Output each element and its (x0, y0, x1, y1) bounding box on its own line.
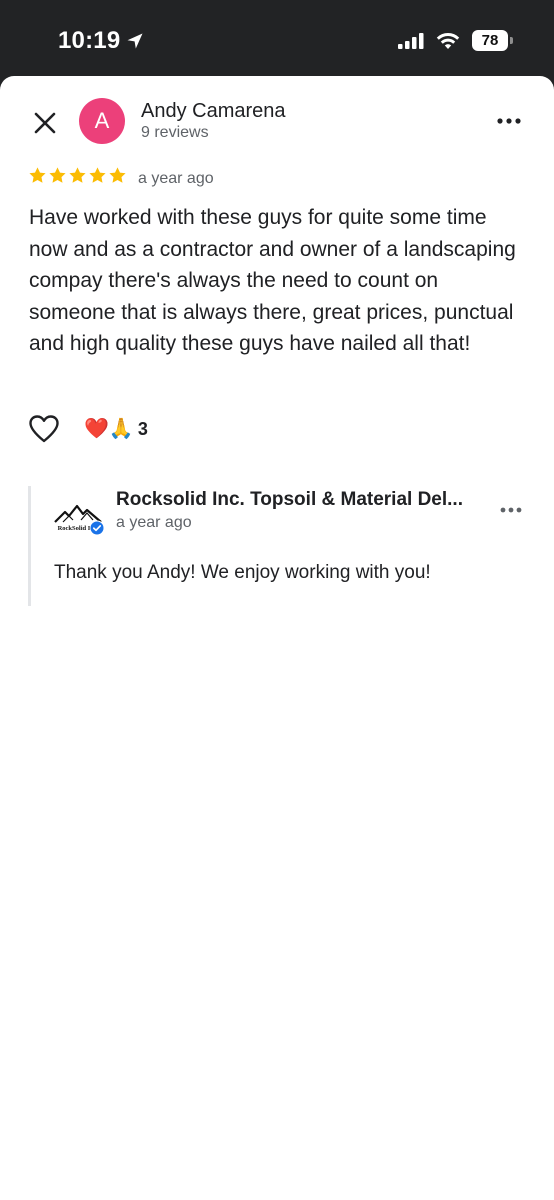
star-icon (109, 167, 126, 183)
owner-reply-time: a year ago (116, 514, 192, 531)
close-button[interactable] (28, 106, 62, 140)
reactions-summary[interactable]: ❤️🙏 3 (84, 417, 148, 441)
like-button[interactable] (28, 414, 62, 446)
wifi-icon (436, 32, 460, 49)
cellular-signal-icon (398, 32, 424, 49)
more-horiz-icon (497, 118, 521, 124)
owner-reply: RockSolid Inc. Rocksolid Inc. Topsoil & … (28, 486, 529, 606)
star-icon (29, 167, 46, 183)
reaction-count: 3 (137, 418, 148, 439)
verified-badge-icon (89, 520, 105, 536)
avatar-letter: A (94, 108, 110, 133)
status-bar: 10:19 78 (0, 0, 554, 80)
battery-level: 78 (481, 32, 499, 49)
review-more-button[interactable] (494, 108, 524, 134)
owner-reply-text: Thank you Andy! We enjoy working with yo… (54, 562, 431, 583)
location-arrow-icon (127, 33, 143, 49)
status-time-text: 10:19 (58, 27, 121, 54)
star-icon (49, 167, 66, 183)
battery-indicator: 78 (472, 30, 513, 51)
status-indicators: 78 (398, 30, 513, 51)
reaction-emojis: ❤️🙏 (84, 418, 134, 440)
reviewer-avatar[interactable]: A (79, 98, 125, 144)
owner-name[interactable]: Rocksolid Inc. Topsoil & Material Del... (116, 489, 486, 511)
heart-outline-icon (29, 415, 59, 443)
review-time: a year ago (138, 170, 214, 187)
reviewer-name[interactable]: Andy Camarena (141, 100, 286, 123)
more-horiz-icon (500, 507, 522, 513)
status-time: 10:19 (58, 27, 144, 55)
star-icon (89, 167, 106, 183)
review-sheet: A Andy Camarena 9 reviews a year ago Hav… (0, 76, 554, 1200)
close-icon (34, 112, 56, 134)
reply-more-button[interactable] (497, 502, 525, 518)
review-text: Have worked with these guys for quite so… (29, 206, 516, 355)
star-rating (28, 166, 127, 185)
star-icon (69, 167, 86, 183)
reviewer-review-count: 9 reviews (141, 124, 209, 141)
